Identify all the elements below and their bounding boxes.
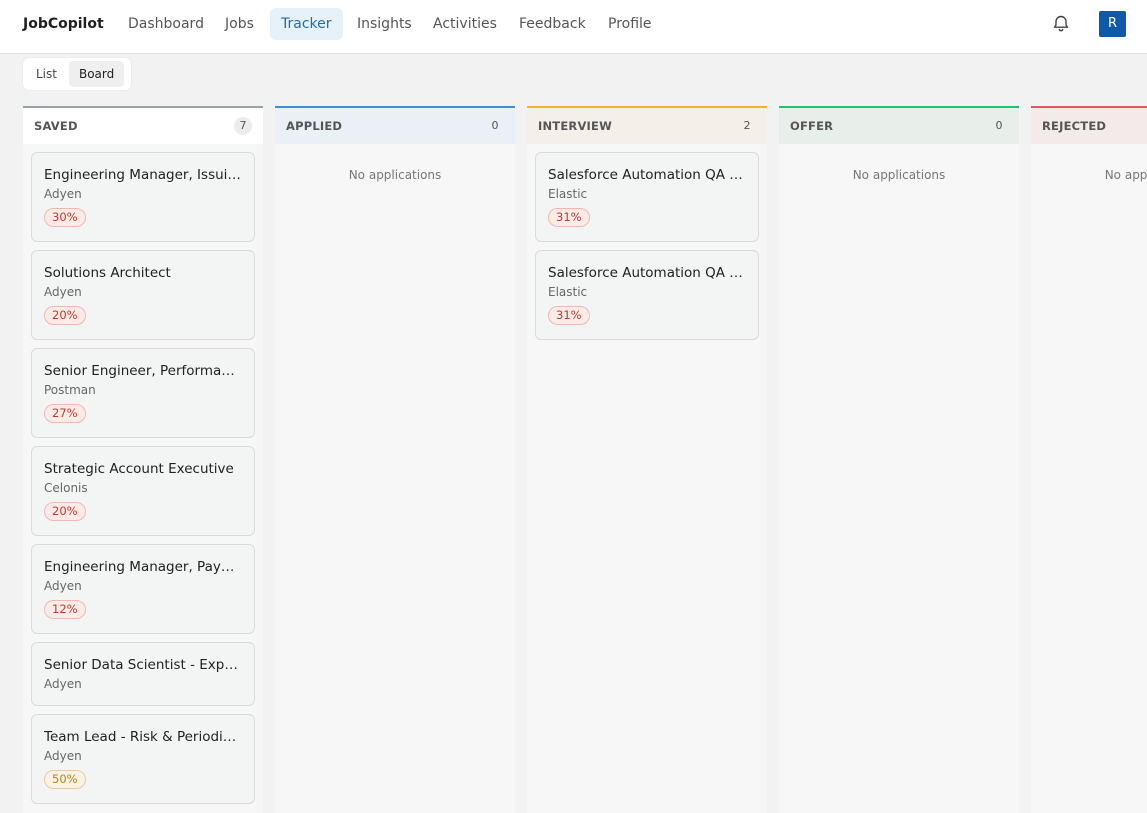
company-name: Postman <box>44 383 96 397</box>
job-card[interactable]: Salesforce Automation QA Analyst Elastic… <box>535 152 759 242</box>
column-count: 2 <box>743 119 751 132</box>
company-name: Elastic <box>548 285 588 299</box>
board-view-button[interactable]: Board <box>68 61 125 87</box>
nav-profile[interactable]: Profile <box>597 8 663 40</box>
column-applied: APPLIED 0 No applications <box>275 106 515 813</box>
nav-tracker[interactable]: Tracker <box>270 8 343 40</box>
job-title: Solutions Architect <box>44 265 171 281</box>
column-offer: OFFER 0 No applications <box>779 106 1019 813</box>
job-title: Salesforce Automation QA Analyst <box>548 265 746 281</box>
column-title: OFFER <box>790 119 834 133</box>
job-title: Team Lead - Risk & Periodic Review <box>44 729 242 745</box>
match-badge: 27% <box>44 404 86 423</box>
nav-feedback[interactable]: Feedback <box>508 8 597 40</box>
job-title: Engineering Manager, Payments <box>44 559 242 575</box>
column-count: 7 <box>234 117 252 135</box>
job-card[interactable]: Engineering Manager, Payments Adyen 12% <box>31 544 255 634</box>
list-view-button[interactable]: List <box>26 61 67 87</box>
job-title: Strategic Account Executive <box>44 461 234 477</box>
job-title: Senior Data Scientist - Experimentation <box>44 657 242 673</box>
job-title: Engineering Manager, Issuing <box>44 167 242 183</box>
column-title: REJECTED <box>1042 119 1107 133</box>
job-card[interactable]: Strategic Account Executive Celonis 20% <box>31 446 255 536</box>
company-name: Adyen <box>44 579 82 593</box>
column-interview: INTERVIEW 2 Salesforce Automation QA Ana… <box>527 106 767 813</box>
column-header-offer: OFFER 0 <box>779 106 1019 144</box>
match-badge: 31% <box>548 306 590 325</box>
job-card[interactable]: Senior Engineer, Performance Postman 27% <box>31 348 255 438</box>
match-badge: 30% <box>44 208 86 227</box>
nav-dashboard[interactable]: Dashboard <box>117 8 215 40</box>
column-title: APPLIED <box>286 119 343 133</box>
column-header-rejected: REJECTED <box>1031 106 1147 144</box>
nav-insights[interactable]: Insights <box>346 8 423 40</box>
empty-state: No applications <box>852 168 946 182</box>
match-badge: 20% <box>44 306 86 325</box>
job-card[interactable]: Salesforce Automation QA Analyst Elastic… <box>535 250 759 340</box>
company-name: Adyen <box>44 677 82 691</box>
nav-activities[interactable]: Activities <box>422 8 508 40</box>
match-badge: 50% <box>44 770 86 789</box>
column-count: 0 <box>491 119 499 132</box>
bell-icon[interactable] <box>1051 13 1071 33</box>
job-title: Salesforce Automation QA Analyst <box>548 167 746 183</box>
column-rejected: REJECTED No applications <box>1031 106 1147 813</box>
column-saved: SAVED 7 Engineering Manager, Issuing Ady… <box>23 106 263 813</box>
company-name: Adyen <box>44 285 82 299</box>
empty-state: No applications <box>348 168 442 182</box>
match-badge: 12% <box>44 600 86 619</box>
column-title: SAVED <box>34 119 78 133</box>
company-name: Adyen <box>44 749 82 763</box>
empty-state: No applications <box>1104 168 1147 182</box>
column-header-saved: SAVED 7 <box>23 106 263 144</box>
job-card[interactable]: Solutions Architect Adyen 20% <box>31 250 255 340</box>
job-card[interactable]: Senior Data Scientist - Experimentation … <box>31 642 255 706</box>
job-card[interactable]: Team Lead - Risk & Periodic Review Adyen… <box>31 714 255 804</box>
user-avatar[interactable]: R <box>1099 11 1126 37</box>
brand-logo[interactable]: JobCopilot <box>23 16 104 32</box>
column-title: INTERVIEW <box>538 119 612 133</box>
job-card[interactable]: Engineering Manager, Issuing Adyen 30% <box>31 152 255 242</box>
company-name: Celonis <box>44 481 88 495</box>
top-navigation-bar: JobCopilot Dashboard Jobs Tracker Insigh… <box>0 0 1147 54</box>
view-toggle: List Board <box>23 58 131 90</box>
match-badge: 31% <box>548 208 590 227</box>
job-title: Senior Engineer, Performance <box>44 363 242 379</box>
company-name: Adyen <box>44 187 82 201</box>
match-badge: 20% <box>44 502 86 521</box>
nav-jobs[interactable]: Jobs <box>214 8 265 40</box>
column-count: 0 <box>995 119 1003 132</box>
company-name: Elastic <box>548 187 588 201</box>
column-header-applied: APPLIED 0 <box>275 106 515 144</box>
column-header-interview: INTERVIEW 2 <box>527 106 767 144</box>
